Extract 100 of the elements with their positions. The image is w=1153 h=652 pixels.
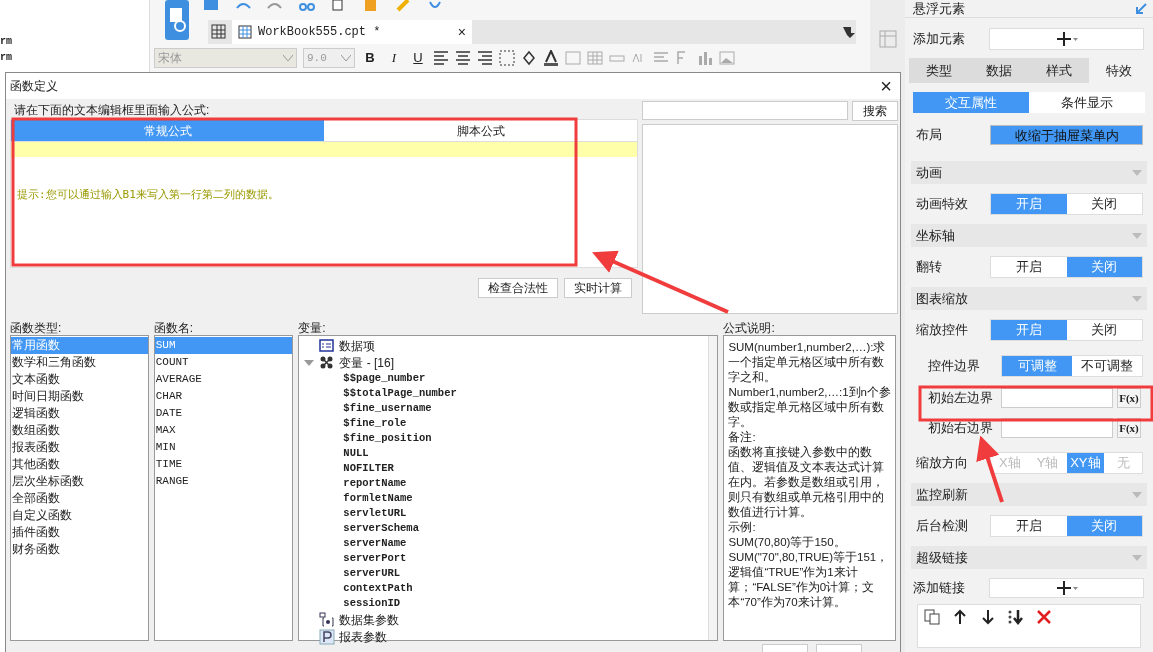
list-item[interactable]: 自定义函数 bbox=[11, 507, 148, 524]
delete-icon[interactable] bbox=[1036, 609, 1052, 625]
list-item[interactable]: 数学和三角函数 bbox=[11, 354, 148, 371]
section-header[interactable]: 监控刷新 bbox=[911, 483, 1147, 506]
image-icon[interactable] bbox=[719, 50, 735, 66]
collapse-arrow-icon[interactable] bbox=[1135, 2, 1147, 15]
tree-node[interactable]: sessionID bbox=[343, 595, 401, 612]
border-icon[interactable] bbox=[499, 50, 515, 66]
align-right-icon[interactable] bbox=[477, 50, 493, 66]
copy-icon[interactable] bbox=[924, 609, 940, 625]
layout-select[interactable]: 收缩于抽屉菜单内 bbox=[990, 125, 1143, 145]
merge-icon[interactable] bbox=[565, 50, 581, 66]
tree-node[interactable]: $fine_position bbox=[343, 430, 432, 447]
description-text: 示例: bbox=[728, 520, 757, 535]
tree-node[interactable]: 变量 - [16] bbox=[339, 353, 395, 372]
segmented-control[interactable]: 开启 关闭 bbox=[990, 515, 1143, 537]
dropdown-icon[interactable] bbox=[842, 25, 856, 39]
tree-node[interactable]: 报表参数 bbox=[339, 627, 388, 646]
list-item[interactable]: 层次坐标函数 bbox=[11, 473, 148, 490]
list-item[interactable]: 报表函数 bbox=[11, 439, 148, 456]
section-header[interactable]: 超级链接 bbox=[911, 546, 1147, 569]
tree-node[interactable]: NOFILTER bbox=[343, 460, 394, 477]
list-item[interactable]: COUNT bbox=[154, 354, 293, 371]
list-item[interactable]: 逻辑函数 bbox=[11, 405, 148, 422]
bar-chart-icon[interactable] bbox=[697, 50, 713, 66]
list-item[interactable]: AVERAGE bbox=[154, 371, 293, 388]
up-arrow-icon[interactable] bbox=[952, 609, 968, 625]
document-tab[interactable]: WorkBook555.cpt * × bbox=[232, 20, 472, 44]
down-arrow-icon[interactable] bbox=[980, 609, 996, 625]
align-left-icon[interactable] bbox=[433, 50, 449, 66]
caret-icon bbox=[1132, 491, 1142, 498]
segmented-control[interactable]: 开启 关闭 bbox=[990, 193, 1143, 215]
format-button[interactable]: I bbox=[385, 48, 403, 68]
section-header[interactable]: 动画 bbox=[911, 161, 1147, 184]
formula-editor[interactable]: 常规公式 脚本公式 提示:您可以通过输入B1来写入第一行第二列的数据。 bbox=[10, 119, 638, 268]
subtab[interactable]: 条件显示 bbox=[1029, 92, 1145, 113]
list-item[interactable]: RANGE bbox=[154, 473, 293, 490]
panel-tab[interactable]: 样式 bbox=[1029, 58, 1089, 83]
tree-node[interactable]: $$page_number bbox=[343, 370, 426, 387]
format-button[interactable]: U bbox=[409, 48, 427, 68]
segmented-control[interactable]: 可调整 不可调整 bbox=[1001, 355, 1143, 377]
formula-button[interactable]: F(x) bbox=[1117, 388, 1141, 408]
list-item[interactable]: 其他函数 bbox=[11, 456, 148, 473]
list-item[interactable]: 全部函数 bbox=[11, 490, 148, 507]
list-item[interactable]: 插件函数 bbox=[11, 524, 148, 541]
list-item[interactable]: 时间日期函数 bbox=[11, 388, 148, 405]
caret-icon bbox=[1132, 169, 1142, 176]
collapse-caret-icon[interactable] bbox=[303, 358, 316, 367]
move-bottom-icon[interactable] bbox=[1008, 609, 1024, 625]
segmented-control[interactable]: 开启 关闭 bbox=[990, 256, 1143, 278]
tree-node[interactable]: 数据集参数 bbox=[339, 610, 400, 629]
close-button[interactable]: × bbox=[876, 76, 896, 96]
section-header[interactable]: 坐标轴 bbox=[911, 224, 1147, 247]
text-field[interactable] bbox=[1001, 388, 1113, 408]
font-color-icon[interactable] bbox=[543, 50, 559, 66]
tree-node[interactable]: serverSchema bbox=[343, 520, 419, 537]
tree-node[interactable]: $fine_role bbox=[343, 415, 407, 432]
search-field[interactable] bbox=[642, 101, 848, 120]
text-field[interactable] bbox=[1001, 418, 1113, 438]
search-button[interactable]: 搜索 bbox=[852, 101, 898, 121]
dialog-button[interactable]: 实时计算 bbox=[564, 278, 632, 298]
tree-node[interactable]: serverURL bbox=[343, 565, 401, 582]
caret-icon bbox=[1132, 295, 1142, 302]
tree-node[interactable]: serverPort bbox=[343, 550, 407, 567]
panel-tab[interactable]: 类型 bbox=[909, 58, 969, 83]
tree-node[interactable]: contextPath bbox=[343, 580, 413, 597]
list-item[interactable]: TIME bbox=[154, 456, 293, 473]
brush-icon[interactable] bbox=[394, 0, 412, 12]
list-item[interactable]: 数组函数 bbox=[11, 422, 148, 439]
list-item[interactable]: DATE bbox=[154, 405, 293, 422]
tree-node[interactable]: serverName bbox=[343, 535, 407, 552]
tree-node[interactable]: $$totalPage_number bbox=[343, 385, 457, 402]
section-title: 图表缩放 bbox=[916, 289, 968, 308]
close-tab-button[interactable]: × bbox=[457, 25, 466, 39]
panel-tab[interactable]: 数据 bbox=[969, 58, 1029, 83]
section-title: 监控刷新 bbox=[916, 485, 968, 504]
list-item[interactable]: MIN bbox=[154, 439, 293, 456]
list-item[interactable]: CHAR bbox=[154, 388, 293, 405]
grid-icon[interactable] bbox=[878, 30, 897, 48]
segmented-control[interactable]: 开启 关闭 bbox=[990, 319, 1143, 341]
tree-node[interactable]: formletName bbox=[343, 490, 413, 507]
tree-node[interactable]: reportName bbox=[343, 475, 407, 492]
list-item[interactable]: 财务函数 bbox=[11, 541, 148, 558]
tree-node[interactable]: $fine_username bbox=[343, 400, 432, 417]
panel-tab[interactable]: 特效 bbox=[1089, 58, 1149, 83]
formula-button[interactable]: F(x) bbox=[1117, 418, 1141, 438]
dialog-button[interactable]: 检查合法性 bbox=[478, 278, 558, 298]
section-header[interactable]: 图表缩放 bbox=[911, 287, 1147, 310]
format-button[interactable]: B bbox=[361, 48, 379, 68]
scrollbar[interactable] bbox=[708, 336, 718, 640]
table-icon[interactable] bbox=[587, 50, 603, 66]
tree-node[interactable]: 数据项 bbox=[339, 336, 376, 355]
field-label: 布局 bbox=[916, 126, 943, 145]
list-item[interactable]: 文本函数 bbox=[11, 371, 148, 388]
list-item[interactable]: MAX bbox=[154, 422, 293, 439]
tree-node[interactable]: servletURL bbox=[343, 505, 407, 522]
field-label: 缩放方向 bbox=[916, 454, 969, 473]
description-text: 函数将直接键入参数中的数值、逻辑值及文本表达式计算在内。若参数是数组或引用，则只有数组或单元格引用中的数值进行计算。 bbox=[728, 445, 886, 520]
tree-node[interactable]: NULL bbox=[343, 445, 369, 462]
align-center-icon[interactable] bbox=[455, 50, 471, 66]
